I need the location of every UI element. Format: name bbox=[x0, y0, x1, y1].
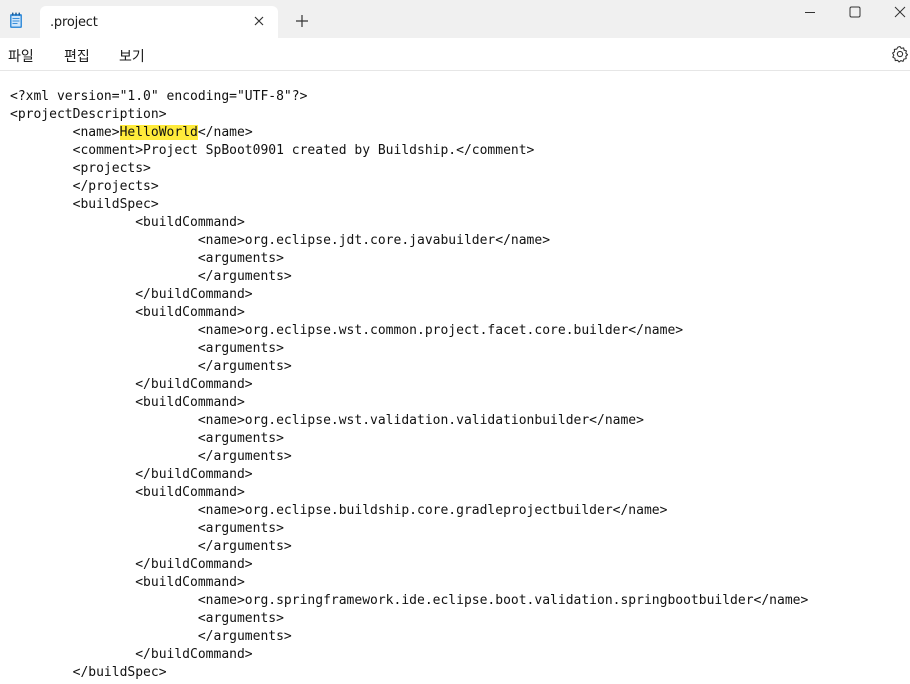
code-line: </buildCommand> bbox=[10, 557, 253, 572]
minimize-icon[interactable] bbox=[802, 4, 818, 20]
code-line: <arguments> bbox=[10, 431, 284, 446]
code-line: <arguments> bbox=[10, 251, 284, 266]
code-line: </buildCommand> bbox=[10, 287, 253, 302]
code-line: </arguments> bbox=[10, 629, 292, 644]
menu-bar: 파일 편집 보기 bbox=[0, 38, 910, 71]
title-bar: .project bbox=[0, 0, 910, 38]
code-line: <arguments> bbox=[10, 521, 284, 536]
code-line: <arguments> bbox=[10, 611, 284, 626]
code-line: <name>org.eclipse.buildship.core.gradlep… bbox=[10, 503, 668, 518]
code-line: </buildCommand> bbox=[10, 467, 253, 482]
code-line: </projects> bbox=[10, 179, 159, 194]
code-line: <buildCommand> bbox=[10, 575, 245, 590]
code-line: </buildCommand> bbox=[10, 647, 253, 662]
code-line: <?xml version="1.0" encoding="UTF-8"?> bbox=[10, 89, 308, 104]
close-window-icon[interactable] bbox=[892, 4, 908, 20]
text-editor[interactable]: <?xml version="1.0" encoding="UTF-8"?> <p… bbox=[0, 71, 910, 684]
maximize-icon[interactable] bbox=[847, 4, 863, 20]
code-line: </arguments> bbox=[10, 449, 292, 464]
code-line: <name>org.eclipse.wst.validation.validat… bbox=[10, 413, 644, 428]
code-line: </arguments> bbox=[10, 269, 292, 284]
code-line: <name>org.eclipse.wst.common.project.fac… bbox=[10, 323, 684, 338]
notepad-icon bbox=[10, 12, 22, 28]
code-content[interactable]: <?xml version="1.0" encoding="UTF-8"?> <p… bbox=[10, 88, 808, 682]
code-line: <buildCommand> bbox=[10, 305, 245, 320]
code-line: <comment>Project SpBoot0901 created by B… bbox=[10, 143, 535, 158]
code-line: </arguments> bbox=[10, 359, 292, 374]
menu-file[interactable]: 파일 bbox=[8, 46, 34, 66]
code-line: <projectDescription> bbox=[10, 107, 167, 122]
code-line: <name>org.springframework.ide.eclipse.bo… bbox=[10, 593, 809, 608]
code-line: <buildSpec> bbox=[10, 197, 159, 212]
code-line: <buildCommand> bbox=[10, 485, 245, 500]
menu-view[interactable]: 보기 bbox=[119, 46, 145, 66]
gear-icon[interactable] bbox=[891, 45, 909, 63]
close-icon[interactable] bbox=[252, 14, 266, 28]
notepad-window: .project 파일 편집 보기 <?xml version="1.0" en… bbox=[0, 0, 910, 684]
code-line: <projects> bbox=[10, 161, 151, 176]
code-line: <name>org.eclipse.jdt.core.javabuilder</… bbox=[10, 233, 551, 248]
code-line: <buildCommand> bbox=[10, 215, 245, 230]
tab-project[interactable]: .project bbox=[40, 6, 278, 38]
code-line: <buildCommand> bbox=[10, 395, 245, 410]
search-highlight: HelloWorld bbox=[119, 125, 198, 140]
plus-icon[interactable] bbox=[293, 12, 311, 30]
code-line: <name>HelloWorld</name> bbox=[10, 125, 253, 140]
code-line: <arguments> bbox=[10, 341, 284, 356]
code-line: </buildCommand> bbox=[10, 377, 253, 392]
menu-edit[interactable]: 편집 bbox=[64, 46, 90, 66]
tab-title: .project bbox=[50, 15, 98, 30]
code-line: </buildSpec> bbox=[10, 665, 167, 680]
code-line: </arguments> bbox=[10, 539, 292, 554]
